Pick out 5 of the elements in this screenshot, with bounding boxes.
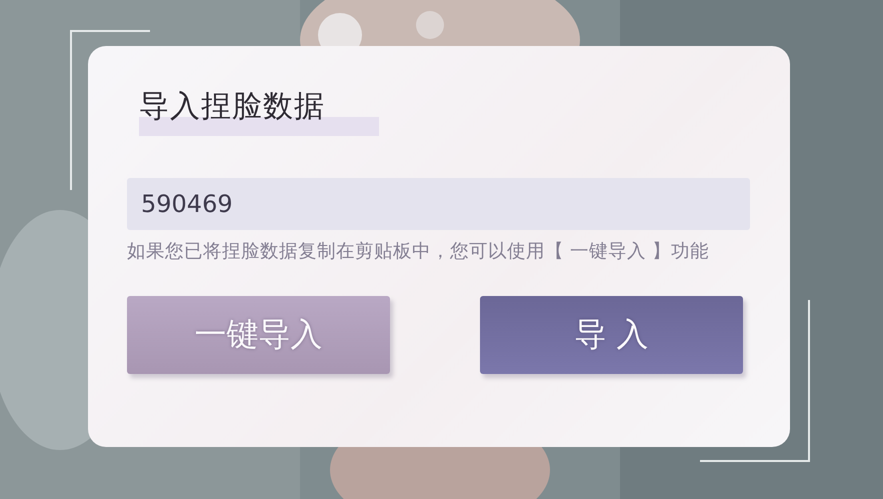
import-button[interactable]: 导 入 [480,296,743,374]
quick-import-button[interactable]: 一键导入 [127,296,390,374]
input-field[interactable]: 590469 [127,178,750,230]
hint-text: 如果您已将捏脸数据复制在剪贴板中，您可以使用【 一键导入 】功能 [127,240,710,264]
dialog-title: 导入捏脸数据 [139,89,325,124]
